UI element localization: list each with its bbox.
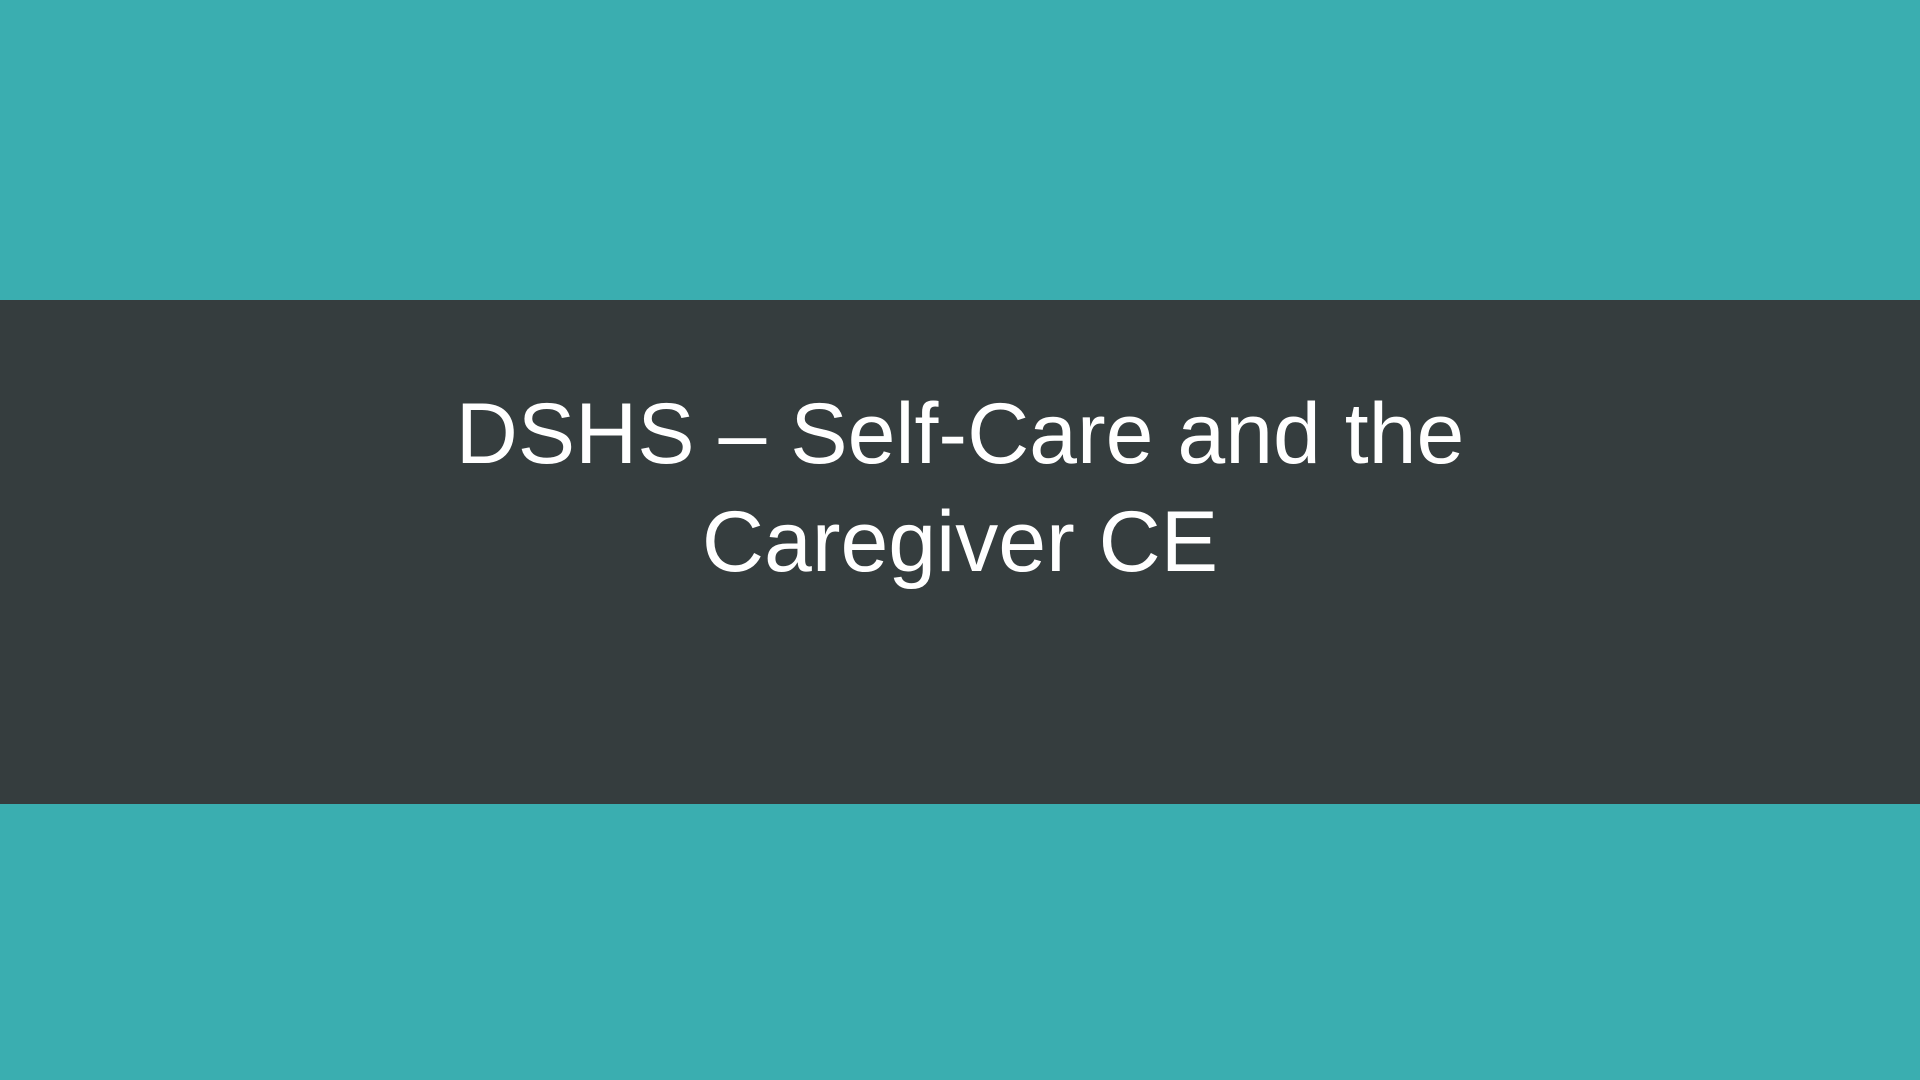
slide-title-line-1: DSHS – Self-Care and the <box>455 386 1465 482</box>
slide-title: DSHS – Self-Care and the Caregiver CE <box>0 380 1920 596</box>
title-band: DSHS – Self-Care and the Caregiver CE <box>0 300 1920 804</box>
slide: DSHS – Self-Care and the Caregiver CE <box>0 0 1920 1080</box>
slide-title-line-2: Caregiver CE <box>701 494 1219 590</box>
top-accent-band <box>0 0 1920 300</box>
bottom-accent-band <box>0 804 1920 1080</box>
